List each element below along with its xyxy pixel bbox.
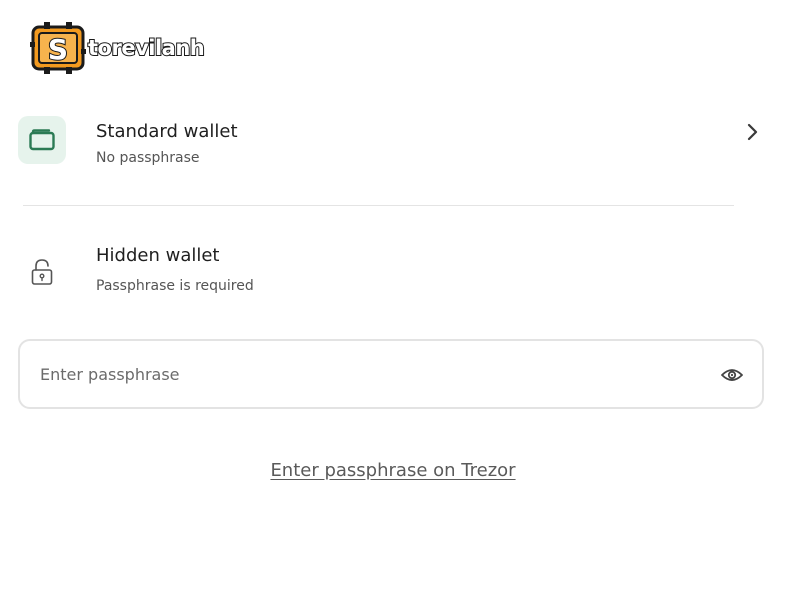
brand-logo: S torevilanh xyxy=(30,22,206,74)
divider xyxy=(23,205,734,206)
wallet-icon xyxy=(29,129,55,151)
enter-passphrase-on-trezor-link[interactable]: Enter passphrase on Trezor xyxy=(0,460,786,481)
chevron-right-icon xyxy=(747,123,758,141)
hidden-wallet-title: Hidden wallet xyxy=(96,245,220,266)
passphrase-page: S torevilanh Standard wallet No passphra… xyxy=(0,0,800,600)
logo-letter: S xyxy=(48,33,68,66)
wallet-icon-tile xyxy=(18,116,66,164)
hidden-wallet-option: Hidden wallet Passphrase is required xyxy=(18,240,770,302)
lock-icon-container xyxy=(18,248,66,296)
eye-icon[interactable] xyxy=(720,365,744,385)
storevilanh-logo-icon: S xyxy=(30,22,86,74)
hidden-wallet-subtitle: Passphrase is required xyxy=(96,278,254,294)
standard-wallet-option[interactable]: Standard wallet No passphrase xyxy=(18,116,770,176)
logo-wordmark: torevilanh xyxy=(87,35,206,60)
standard-wallet-title: Standard wallet xyxy=(96,121,238,142)
passphrase-field xyxy=(18,339,764,409)
lock-icon xyxy=(31,259,53,285)
passphrase-input[interactable] xyxy=(40,341,710,407)
standard-wallet-subtitle: No passphrase xyxy=(96,150,200,166)
